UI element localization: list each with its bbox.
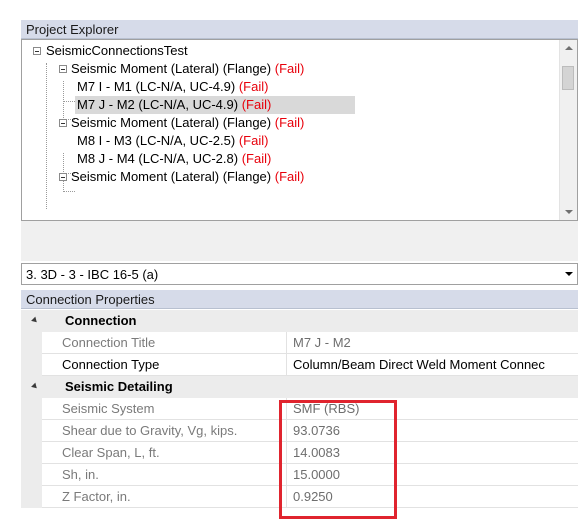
collapse-triangle-icon[interactable]	[31, 382, 39, 391]
tree-connector	[63, 101, 75, 102]
row-gutter	[21, 464, 42, 486]
property-name: Seismic System	[42, 398, 287, 420]
tree-node-label: M8 I - M3 (LC-N/A, UC-2.5)	[77, 133, 236, 148]
row-gutter	[21, 398, 42, 420]
chevron-down-icon[interactable]	[565, 272, 573, 276]
tree-node-group[interactable]: Seismic Moment (Lateral) (Flange) (Fail)	[22, 114, 560, 132]
property-value[interactable]: M7 J - M2	[287, 332, 578, 354]
property-row[interactable]: Connection Type Column/Beam Direct Weld …	[21, 354, 578, 376]
row-gutter	[21, 354, 42, 376]
project-explorer-title: Project Explorer	[26, 22, 119, 37]
collapse-icon[interactable]	[59, 65, 67, 73]
fail-status: (Fail)	[274, 169, 305, 184]
tree-node-connection[interactable]: M8 J - M4 (LC-N/A, UC-2.8) (Fail)	[22, 150, 560, 168]
tree-node-label: SeismicConnectionsTest	[46, 43, 188, 58]
category-label: Seismic Detailing	[65, 379, 173, 394]
row-gutter	[21, 486, 42, 508]
collapse-icon[interactable]	[33, 47, 41, 55]
scroll-thumb[interactable]	[562, 66, 574, 90]
project-tree[interactable]: SeismicConnectionsTest Seismic Moment (L…	[21, 39, 578, 221]
collapse-triangle-icon[interactable]	[31, 316, 39, 325]
property-name: Connection Title	[42, 332, 287, 354]
tree-node-label: M8 J - M4 (LC-N/A, UC-2.8)	[77, 151, 239, 166]
panel-spacer	[21, 221, 578, 261]
connection-properties-title: Connection Properties	[26, 292, 155, 307]
tree-node-label: Seismic Moment (Lateral) (Flange)	[71, 115, 272, 130]
property-value[interactable]: 0.9250	[287, 486, 578, 508]
row-gutter	[21, 332, 42, 354]
connection-properties-header: Connection Properties	[21, 290, 578, 309]
tree-node-label: Seismic Moment (Lateral) (Flange)	[71, 169, 272, 184]
property-name: Clear Span, L, ft.	[42, 442, 287, 464]
fail-status: (Fail)	[274, 61, 305, 76]
property-value[interactable]: Column/Beam Direct Weld Moment Connec	[287, 354, 578, 376]
property-value[interactable]: 15.0000	[287, 464, 578, 486]
category-seismic-detailing[interactable]: Seismic Detailing	[21, 376, 578, 398]
fail-status: (Fail)	[238, 79, 269, 94]
property-row[interactable]: Sh, in. 15.0000	[21, 464, 578, 486]
property-row[interactable]: Clear Span, L, ft. 14.0083	[21, 442, 578, 464]
project-explorer-header: Project Explorer	[21, 20, 578, 39]
tree-node-group[interactable]: Seismic Moment (Lateral) (Flange) (Fail)	[22, 60, 560, 78]
property-row[interactable]: Shear due to Gravity, Vg, kips. 93.0736	[21, 420, 578, 442]
scroll-up-icon[interactable]	[565, 46, 573, 50]
property-row[interactable]: Z Factor, in. 0.9250	[21, 486, 578, 508]
tree-node-label: M7 I - M1 (LC-N/A, UC-4.9)	[77, 79, 236, 94]
property-row[interactable]: Seismic System SMF (RBS)	[21, 398, 578, 420]
collapse-icon[interactable]	[59, 173, 67, 181]
tree-connector	[63, 191, 75, 192]
tree-node-connection-selected[interactable]: M7 J - M2 (LC-N/A, UC-4.9) (Fail)	[75, 96, 355, 114]
property-value[interactable]: 93.0736	[287, 420, 578, 442]
tree-node-label: M7 J - M2 (LC-N/A, UC-4.9)	[77, 97, 239, 112]
property-grid[interactable]: Connection Connection Title M7 J - M2 Co…	[21, 310, 578, 519]
property-name: Shear due to Gravity, Vg, kips.	[42, 420, 287, 442]
tree-scrollbar[interactable]	[559, 40, 577, 220]
dropdown-value: 3. 3D - 3 - IBC 16-5 (a)	[26, 267, 159, 282]
tree-node-connection[interactable]: M8 I - M3 (LC-N/A, UC-2.5) (Fail)	[22, 132, 560, 150]
row-gutter	[21, 442, 42, 464]
fail-status: (Fail)	[274, 115, 305, 130]
property-value[interactable]: SMF (RBS)	[287, 398, 578, 420]
category-connection[interactable]: Connection	[21, 310, 578, 332]
property-name: Z Factor, in.	[42, 486, 287, 508]
property-value[interactable]: 14.0083	[287, 442, 578, 464]
property-row[interactable]: Connection Title M7 J - M2	[21, 332, 578, 354]
fail-status: (Fail)	[241, 151, 272, 166]
collapse-icon[interactable]	[59, 119, 67, 127]
property-name: Connection Type	[42, 354, 287, 376]
property-name: Sh, in.	[42, 464, 287, 486]
tree-node-label: Seismic Moment (Lateral) (Flange)	[71, 61, 272, 76]
category-label: Connection	[65, 313, 137, 328]
tree-node-root[interactable]: SeismicConnectionsTest	[22, 42, 560, 60]
tree-node-group[interactable]: Seismic Moment (Lateral) (Flange) (Fail)	[22, 168, 560, 186]
tree-node-connection[interactable]: M7 I - M1 (LC-N/A, UC-4.9) (Fail)	[22, 78, 560, 96]
row-gutter	[21, 420, 42, 442]
fail-status: (Fail)	[238, 133, 269, 148]
fail-status: (Fail)	[241, 97, 272, 112]
load-combination-dropdown[interactable]: 3. 3D - 3 - IBC 16-5 (a)	[21, 263, 578, 285]
scroll-down-icon[interactable]	[565, 210, 573, 214]
